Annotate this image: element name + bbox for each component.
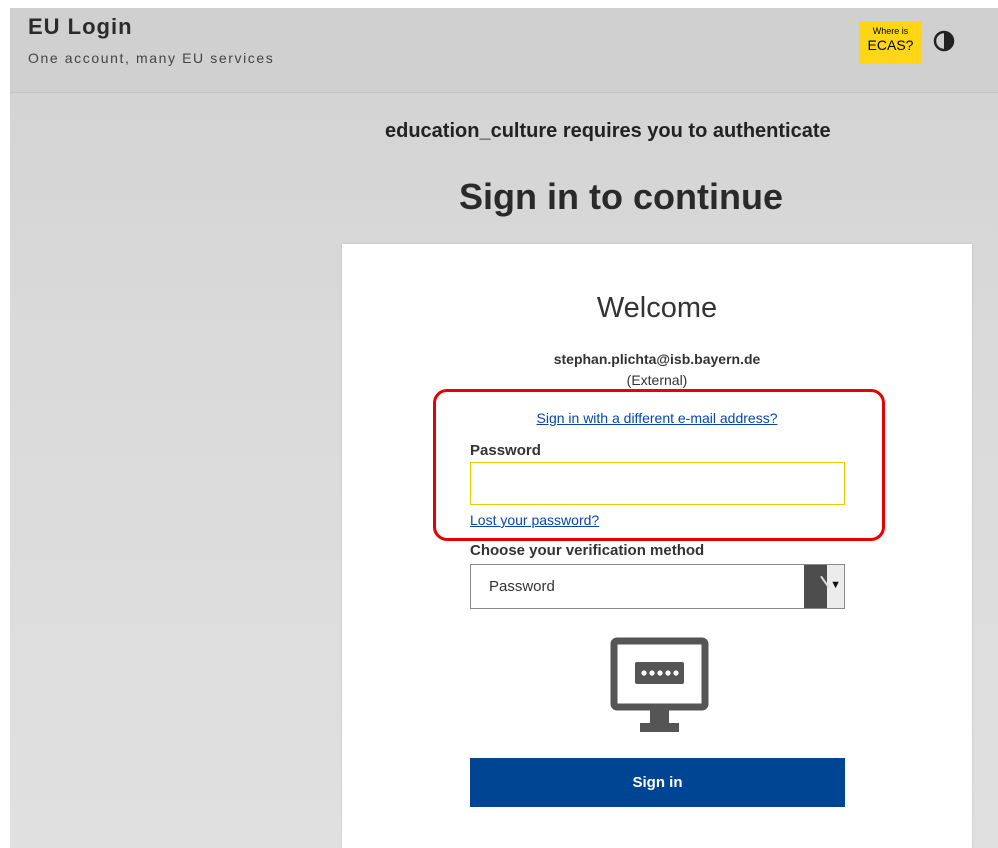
chevron-down-icon: ▼ (830, 579, 841, 591)
site-header: EU Login One account, many EU services W… (10, 8, 998, 93)
verification-method-select[interactable]: Password ▼ (470, 564, 845, 609)
lost-password-link[interactable]: Lost your password? (470, 512, 599, 528)
password-input[interactable] (470, 462, 845, 505)
account-type: (External) (626, 372, 688, 388)
page-frame: EU Login One account, many EU services W… (10, 8, 998, 848)
monitor-password-icon (610, 637, 709, 738)
sign-in-button[interactable]: Sign in (470, 758, 845, 807)
ecas-badge-line2: ECAS? (867, 37, 914, 53)
password-label: Password (470, 442, 541, 459)
brand-subtitle: One account, many EU services (28, 50, 275, 66)
ecas-badge-line1: Where is (872, 26, 909, 36)
where-is-ecas-button[interactable]: Where is ECAS? (859, 21, 922, 64)
user-email: stephan.plichta@isb.bayern.de (553, 351, 761, 367)
brand-title: EU Login (28, 14, 133, 39)
page-title: Sign in to continue (459, 176, 783, 217)
auth-requirement-text: education_culture requires you to authen… (385, 120, 831, 142)
verification-method-value: Password (489, 578, 555, 595)
different-email-link[interactable]: Sign in with a different e-mail address? (342, 410, 972, 426)
contrast-icon[interactable] (933, 30, 955, 52)
welcome-heading: Welcome (596, 292, 718, 324)
login-card: Welcome stephan.plichta@isb.bayern.de (E… (342, 244, 972, 848)
verification-method-label: Choose your verification method (470, 542, 705, 559)
